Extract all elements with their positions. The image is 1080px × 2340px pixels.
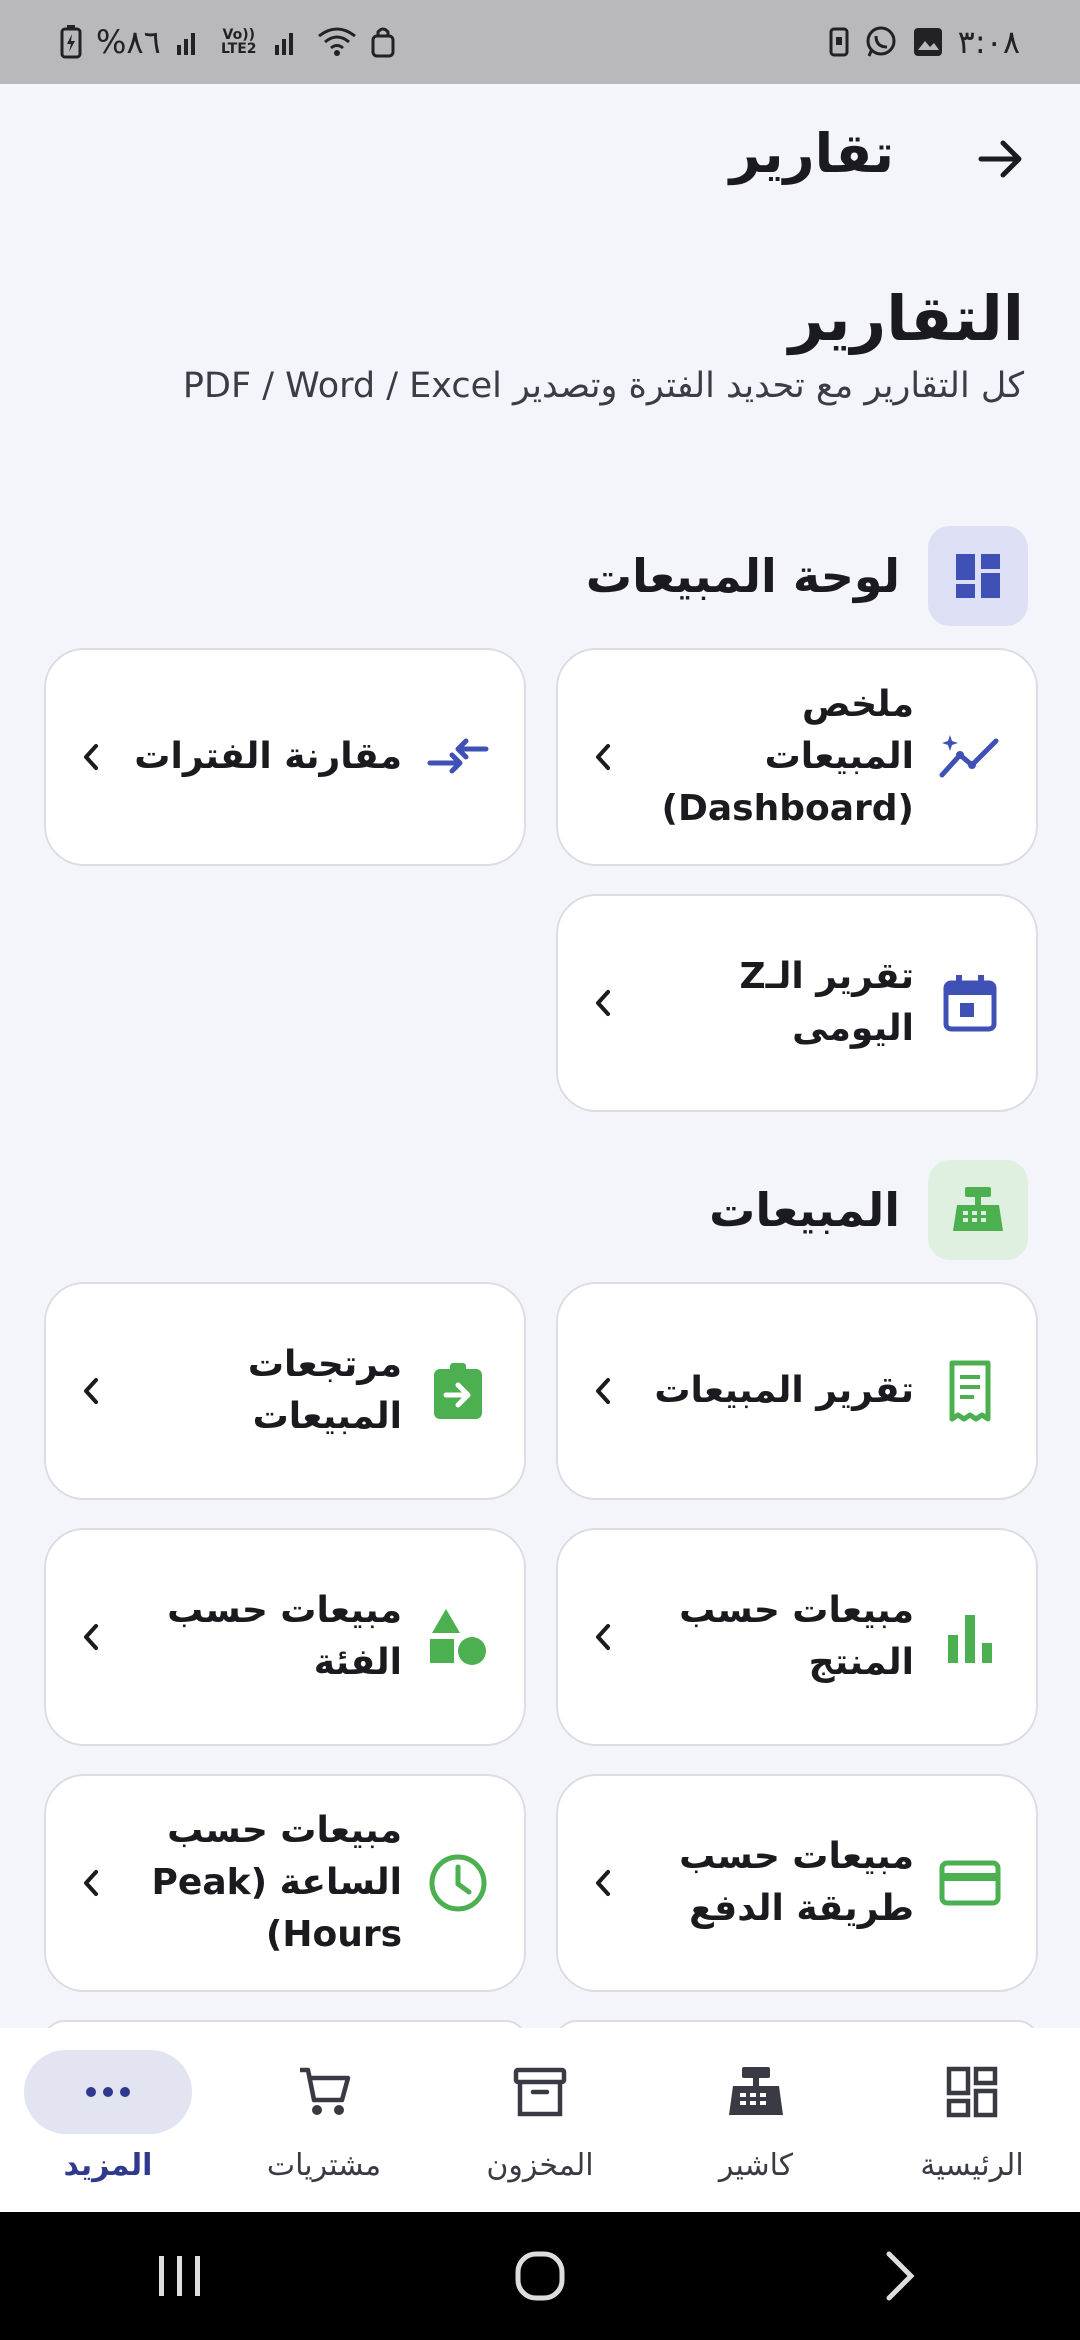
report-card-sales-by-payment[interactable]: مبيعات حسب طريقة الدفع — [556, 1774, 1038, 1992]
chevron-left-icon — [76, 1868, 106, 1898]
report-card-sales-report[interactable]: تقرير المبيعات — [556, 1282, 1038, 1500]
nav-pill — [456, 2050, 624, 2134]
report-card-period-compare[interactable]: مقارنة الفترات — [44, 648, 526, 866]
system-back-button[interactable] — [840, 2226, 960, 2326]
nav-label: الرئيسية — [920, 2148, 1024, 2183]
calendar-icon — [938, 971, 1002, 1035]
battery-percent: %٨٦ — [96, 23, 161, 61]
nav-pill — [24, 2050, 192, 2134]
home-circle-icon — [515, 2251, 565, 2301]
nav-pill — [240, 2050, 408, 2134]
status-bar: %٨٦ Vo)) LTE2 ٣:٠٨ — [0, 0, 1080, 84]
card-label: مقارنة الفترات — [134, 735, 402, 777]
chevron-left-icon — [76, 1376, 106, 1406]
credit-card-icon — [938, 1851, 1002, 1915]
chevron-left-icon — [588, 1376, 618, 1406]
card-label: مبيعات حسب المنتج — [679, 1589, 914, 1683]
app-bar-title: تقارير — [729, 122, 894, 185]
report-card-z-daily[interactable]: تقرير الـZ اليومى — [556, 894, 1038, 1112]
nav-label: كاشير — [718, 2148, 794, 2183]
report-card-sales-by-hour[interactable]: مبيعات حسب الساعة (Peak Hours) — [44, 1774, 526, 1992]
section-header-dashboard: لوحة المبيعات — [586, 526, 1028, 626]
section-title: لوحة المبيعات — [585, 549, 900, 603]
archive-box-icon — [513, 2067, 567, 2117]
nav-pill — [672, 2050, 840, 2134]
grid-home-icon — [946, 2066, 998, 2118]
chevron-left-icon — [588, 1868, 618, 1898]
signal-icon — [175, 27, 205, 57]
chevron-right-icon — [886, 2251, 915, 2301]
status-time: ٣:٠٨ — [957, 23, 1020, 61]
nav-item-cashier[interactable]: كاشير — [648, 2028, 864, 2212]
report-card-sales-returns[interactable]: مرتجعات المبيعات — [44, 1282, 526, 1500]
more-dots-icon — [86, 2087, 130, 2097]
gallery-icon — [912, 26, 944, 58]
card-label: مرتجعات المبيعات — [247, 1343, 402, 1437]
card-label: مبيعات حسب الساعة (Peak Hours) — [151, 1809, 402, 1956]
nav-label: المخزون — [486, 2148, 594, 2183]
category-shapes-icon — [426, 1605, 490, 1669]
page-title: التقارير — [788, 282, 1024, 355]
nav-label: المزيد — [63, 2148, 153, 2183]
report-card-sales-by-product[interactable]: مبيعات حسب المنتج — [556, 1528, 1038, 1746]
wifi-icon — [317, 26, 357, 58]
page-subtitle: كل التقارير مع تحديد الفترة وتصدير PDF /… — [182, 366, 1024, 406]
battery-icon — [60, 25, 82, 59]
app-bar: تقارير — [0, 84, 1080, 234]
network-label: Vo)) LTE2 — [221, 27, 257, 57]
back-button[interactable] — [970, 128, 1032, 190]
card-label: تقرير المبيعات — [654, 1369, 914, 1411]
chevron-left-icon — [588, 1622, 618, 1652]
arrow-back-icon — [978, 140, 1022, 178]
chevron-left-icon — [588, 988, 618, 1018]
cash-register-icon — [729, 2067, 783, 2115]
section-header-sales: المبيعات — [709, 1160, 1028, 1260]
card-label: مبيعات حسب طريقة الدفع — [679, 1835, 914, 1929]
nav-item-home[interactable]: الرئيسية — [864, 2028, 1080, 2212]
status-left: %٨٦ Vo)) LTE2 — [60, 23, 395, 61]
chevron-left-icon — [76, 742, 106, 772]
dashboard-icon — [928, 526, 1028, 626]
nav-pill — [888, 2050, 1056, 2134]
trending-icon — [938, 725, 1002, 789]
whatsapp-icon — [864, 25, 898, 59]
clock-icon — [426, 1851, 490, 1915]
system-navigation-bar — [0, 2212, 1080, 2340]
nav-item-purchases[interactable]: مشتريات — [216, 2028, 432, 2212]
card-label: مبيعات حسب الفئة — [167, 1589, 402, 1683]
cart-icon — [300, 2067, 351, 2115]
nav-item-inventory[interactable]: المخزون — [432, 2028, 648, 2212]
nav-item-more[interactable]: المزيد — [0, 2028, 216, 2212]
nav-label: مشتريات — [266, 2148, 382, 2183]
chevron-left-icon — [76, 1622, 106, 1652]
bar-chart-icon — [938, 1605, 1002, 1669]
report-card-sales-summary[interactable]: ملخص المبيعات (Dashboard) — [556, 648, 1038, 866]
report-card-sales-by-category[interactable]: مبيعات حسب الفئة — [44, 1528, 526, 1746]
receipt-icon — [938, 1359, 1002, 1423]
chevron-left-icon — [588, 742, 618, 772]
vpn-lock-icon — [371, 26, 395, 58]
return-clipboard-icon — [426, 1359, 490, 1423]
status-right: ٣:٠٨ — [828, 23, 1020, 61]
card-label: ملخص المبيعات (Dashboard) — [661, 683, 914, 830]
card-label: تقرير الـZ اليومى — [739, 955, 914, 1049]
recent-apps-icon — [159, 2256, 200, 2296]
cash-register-icon — [928, 1160, 1028, 1260]
sim-icon — [828, 27, 850, 57]
section-title: المبيعات — [709, 1183, 900, 1237]
bottom-navigation: المزيد مشتريات المخزون كاشير الرئيسية — [0, 2028, 1080, 2212]
signal-icon-2 — [273, 27, 303, 57]
recent-apps-button[interactable] — [120, 2226, 240, 2326]
home-button[interactable] — [480, 2226, 600, 2326]
compare-arrows-icon — [426, 725, 490, 789]
